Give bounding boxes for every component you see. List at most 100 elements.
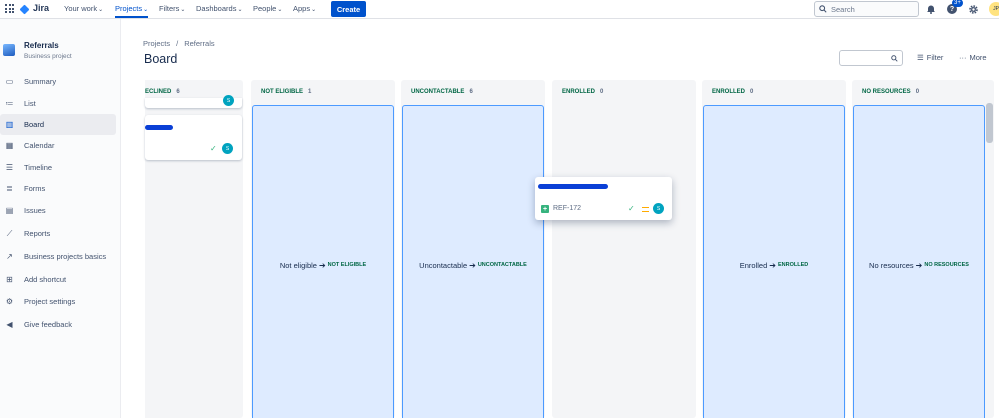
drop-zone-label: Not eligible: [279, 260, 317, 270]
transition-drop-zone[interactable]: Enrolled ➔ ENROLLED: [703, 105, 845, 418]
project-avatar: [3, 44, 15, 56]
top-navigation: Jira Your work⌄ Projects⌄ Filters⌄ Dashb…: [0, 0, 999, 19]
drop-zone-label: Enrolled: [739, 260, 768, 270]
sidebar-item-list[interactable]: ≔ List: [0, 93, 116, 114]
board-column-uncontactable: UNCONTACTABLE 6 Uncontactable ➔ UNCONTAC…: [401, 80, 545, 418]
story-type-icon: +: [541, 205, 549, 213]
sidebar-item-business-projects-basics[interactable]: ↗ Business projects basics: [0, 246, 116, 267]
sidebar-item-calendar[interactable]: ▦ Calendar: [0, 135, 116, 156]
column-title: UNCONTACTABLE: [411, 89, 465, 95]
notification-badge: 3+: [952, 0, 963, 7]
sidebar-item-give-feedback[interactable]: ◀ Give feedback: [0, 314, 116, 335]
board-column-enrolled-source: ENROLLED 0: [552, 80, 696, 418]
project-type: Business project: [24, 53, 72, 60]
redacted-summary: [538, 184, 608, 189]
summary-icon: ▭: [5, 77, 14, 86]
sidebar-item-project-settings[interactable]: ⚙ Project settings: [0, 291, 116, 312]
priority-medium-icon: [642, 207, 649, 212]
sidebar-item-label: Timeline: [24, 163, 53, 172]
jira-logo[interactable]: Jira: [21, 3, 49, 13]
column-count: 1: [308, 89, 312, 95]
nav-people[interactable]: People⌄: [253, 4, 282, 13]
sidebar-item-label: Reports: [24, 229, 51, 238]
settings-gear-icon: ⚙: [5, 297, 14, 306]
chevron-down-icon: ⌄: [98, 7, 104, 13]
column-header: ENROLLED 0: [562, 89, 603, 95]
breadcrumb-referrals[interactable]: Referrals: [184, 39, 214, 48]
board-scrollbar[interactable]: [986, 103, 993, 143]
redacted-summary: [145, 125, 173, 130]
board-search-input[interactable]: [839, 50, 903, 66]
column-count: 0: [600, 89, 604, 95]
sidebar-item-summary[interactable]: ▭ Summary: [0, 71, 116, 92]
project-sidebar: Referrals Business project ▭ Summary ≔ Lis…: [0, 19, 121, 418]
chevron-down-icon: ⌄: [311, 7, 317, 13]
column-title: NOT ELIGIBLE: [261, 89, 303, 95]
transition-drop-zone[interactable]: Not eligible ➔ NOT ELIGIBLE: [252, 105, 394, 418]
timeline-icon: ☰: [5, 163, 14, 172]
forms-icon: ≣: [6, 184, 13, 193]
search-input[interactable]: [831, 4, 911, 14]
more-dots-icon: ···: [959, 53, 967, 62]
transition-drop-zone[interactable]: No resources ➔ NO RESOURCES: [853, 105, 985, 418]
column-count: 6: [469, 89, 473, 95]
search-icon: [891, 54, 898, 62]
jira-logo-icon: [21, 4, 30, 13]
sidebar-item-board[interactable]: ▥ Board: [0, 114, 116, 135]
drop-zone-label: Uncontactable: [419, 260, 468, 270]
breadcrumb: Projects / Referrals: [143, 39, 215, 48]
create-button[interactable]: Create: [331, 1, 366, 17]
sidebar-item-label: Project settings: [24, 297, 76, 306]
settings-gear-icon[interactable]: [967, 3, 979, 15]
arrow-right-icon: ➔: [318, 260, 326, 270]
calendar-icon: ▦: [5, 141, 14, 150]
check-icon: ✓: [628, 204, 635, 213]
sidebar-item-label: Summary: [24, 77, 57, 86]
issue-key[interactable]: REF-172: [553, 205, 581, 212]
nav-your-work[interactable]: Your work⌄: [64, 4, 103, 13]
sidebar-item-issues[interactable]: ▤ Issues: [0, 200, 116, 221]
issue-card[interactable]: S: [145, 95, 242, 108]
sidebar-item-forms[interactable]: ≣ Forms: [0, 178, 116, 199]
sidebar-item-label: List: [24, 99, 36, 108]
arrow-right-icon: ➔: [769, 260, 776, 270]
more-button[interactable]: ··· More: [959, 53, 987, 62]
transition-drop-zone[interactable]: Uncontactable ➔ UNCONTACTABLE: [402, 105, 544, 418]
breadcrumb-projects[interactable]: Projects: [143, 39, 170, 48]
global-search[interactable]: [814, 1, 919, 17]
board-column-declined: ECLINED 6 S ✓ S: [145, 80, 243, 418]
column-header: NOT ELIGIBLE 1: [261, 89, 311, 95]
issue-card[interactable]: ✓ S: [145, 115, 242, 160]
sidebar-item-label: Give feedback: [24, 320, 72, 329]
sidebar-item-label: Board: [24, 120, 45, 129]
page-title: Board: [144, 52, 178, 66]
chevron-down-icon: ⌄: [143, 7, 149, 13]
assignee-avatar: S: [653, 203, 664, 214]
column-count: 0: [915, 89, 920, 95]
column-title: NO RESOURCES: [862, 89, 911, 95]
project-name[interactable]: Referrals: [24, 41, 59, 50]
app-switcher-icon[interactable]: [5, 4, 14, 13]
sidebar-item-timeline[interactable]: ☰ Timeline: [0, 157, 116, 178]
sidebar-item-reports[interactable]: ⟋ Reports: [0, 223, 116, 244]
user-avatar[interactable]: JP: [989, 2, 999, 16]
filter-button[interactable]: ☰ Filter: [917, 53, 943, 62]
dragged-issue-card[interactable]: + REF-172 ✓ S: [535, 177, 672, 220]
column-header: ECLINED 6: [145, 89, 180, 95]
column-title: ENROLLED: [712, 89, 745, 95]
nav-filters[interactable]: Filters⌄: [159, 4, 185, 13]
chevron-down-icon: ⌄: [237, 7, 243, 13]
reports-chart-icon: ⟋: [6, 228, 13, 238]
nav-apps[interactable]: Apps⌄: [293, 4, 316, 13]
board-icon: ▥: [5, 120, 14, 129]
column-title: ECLINED: [145, 89, 172, 95]
list-icon: ≔: [5, 99, 14, 108]
sidebar-item-add-shortcut[interactable]: ⊞ Add shortcut: [0, 269, 116, 290]
nav-projects[interactable]: Projects⌄: [115, 4, 149, 18]
column-header: NO RESOURCES 0: [862, 89, 919, 95]
sidebar-item-label: Calendar: [24, 141, 55, 150]
notifications-icon[interactable]: [925, 3, 937, 15]
check-icon: ✓: [210, 144, 217, 153]
nav-dashboards[interactable]: Dashboards⌄: [196, 4, 242, 13]
sidebar-item-label: Add shortcut: [24, 275, 67, 284]
